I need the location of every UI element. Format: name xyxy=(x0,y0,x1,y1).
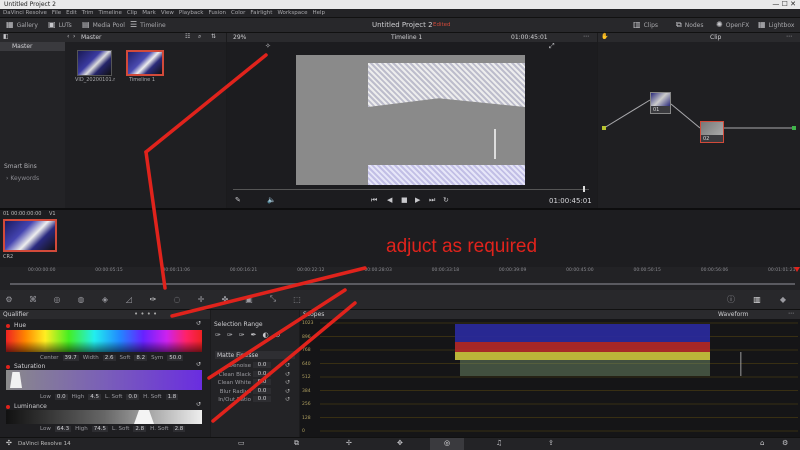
annotation-line xyxy=(144,53,268,154)
annotation-text: adjuct as required xyxy=(386,236,538,257)
annotation-line xyxy=(170,266,367,318)
annotation-overlay xyxy=(144,53,367,423)
annotation-line xyxy=(144,150,167,290)
